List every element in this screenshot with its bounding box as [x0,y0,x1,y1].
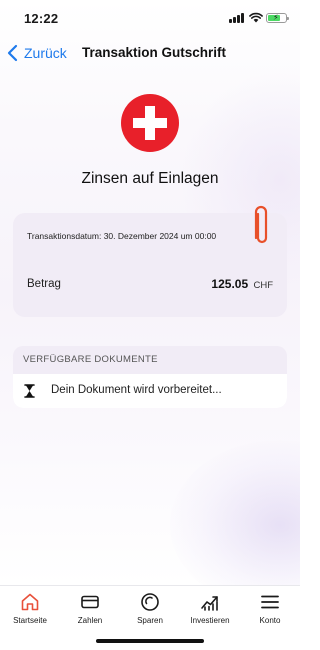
swiss-flag-icon [121,94,179,152]
transaction-title: Zinsen auf Einlagen [81,170,219,187]
tab-label: Konto [259,616,281,625]
menu-icon [261,595,279,609]
tab-sparen[interactable]: Sparen [120,592,180,632]
status-time: 12:22 [24,11,59,26]
home-indicator[interactable] [96,639,204,643]
home-icon [21,593,39,611]
navigation-bar: Zurück Transaktion Gutschrift [0,38,300,68]
documents-header: VERFÜGBARE DOKUMENTE [23,354,158,365]
savings-icon [141,593,159,611]
tab-zahlen[interactable]: Zahlen [60,592,120,632]
amount: 125.05 CHF [211,277,273,291]
chart-icon [201,596,218,611]
amount-label: Betrag [27,278,61,290]
tab-investieren[interactable]: Investieren [180,592,240,632]
screen: 12:22 ⚡ Zurück Transaktion Gutschrift Zi… [0,0,300,650]
signal-icon [229,13,245,23]
document-status-row: Dein Dokument wird vorbereitet... [13,374,287,408]
hourglass-icon [24,384,35,398]
transaction-date: Transaktionsdatum: 30. Dezember 2024 um … [27,231,217,241]
tab-konto[interactable]: Konto [240,592,300,632]
paperclip-icon[interactable] [253,205,269,247]
status-bar: 12:22 ⚡ [0,0,300,36]
amount-value: 125.05 [211,277,249,291]
amount-currency: CHF [253,280,273,291]
document-status-text: Dein Dokument wird vorbereitet... [51,384,222,396]
tab-startseite[interactable]: Startseite [0,592,60,632]
tab-label: Investieren [190,616,230,625]
back-label: Zurück [24,45,67,61]
card-icon [81,595,99,609]
transaction-card: Transaktionsdatum: 30. Dezember 2024 um … [13,213,287,317]
battery-charging-icon: ⚡ [266,13,289,23]
tab-label: Sparen [137,616,163,625]
chevron-left-icon [7,44,18,62]
page-title: Transaktion Gutschrift [82,45,227,60]
tab-label: Startseite [13,616,47,625]
tab-label: Zahlen [77,616,103,625]
wifi-icon [249,12,263,23]
back-button[interactable]: Zurück [6,42,67,64]
documents-section: VERFÜGBARE DOKUMENTE Dein Dokument wird … [13,346,287,408]
